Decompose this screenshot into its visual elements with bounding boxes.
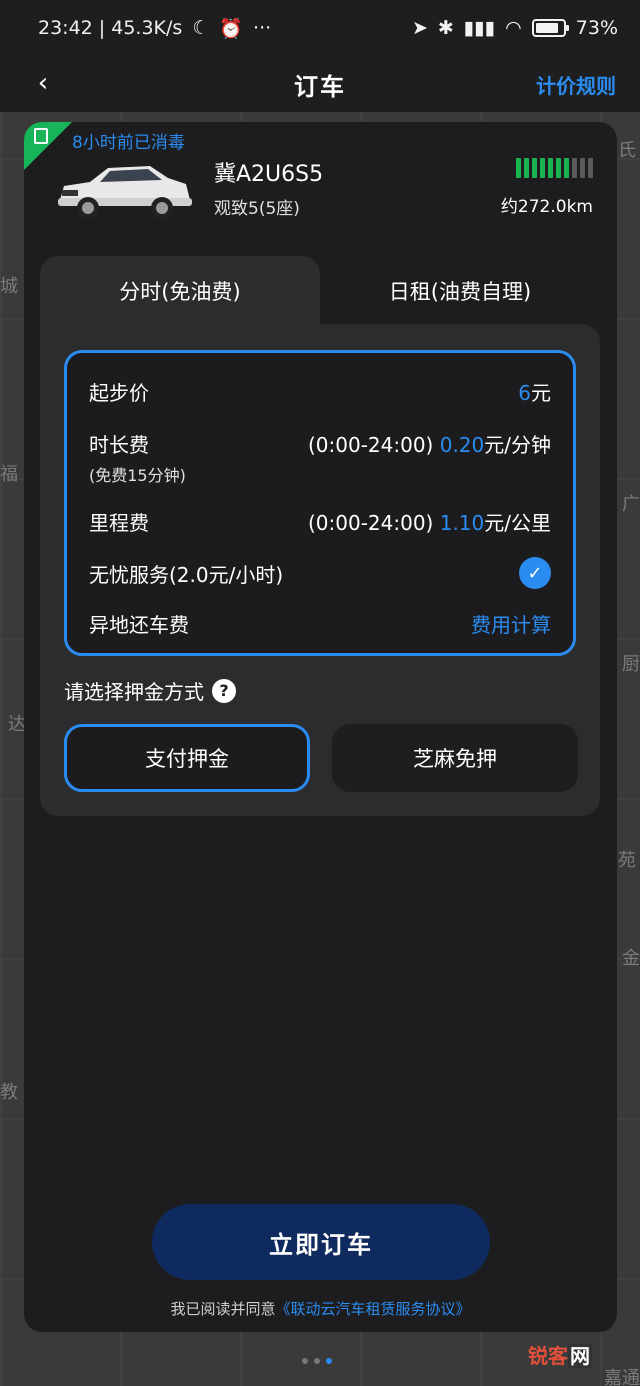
worry-free-row[interactable]: 无忧服务(2.0元/小时) ✓ (89, 557, 551, 589)
location-icon: ➤ (411, 17, 428, 39)
remote-return-label: 异地还车费 (89, 613, 189, 637)
nav-bar: ‹ 订车 计价规则 (0, 56, 640, 112)
page-dot (314, 1358, 320, 1364)
battery-icon (531, 19, 569, 37)
mileage-fee: (0:00-24:00) 1.10元/公里 (308, 507, 551, 536)
tab-hourly[interactable]: 分时(免油费) (40, 256, 320, 326)
map-label: 厨 (622, 654, 640, 675)
fuel-bar-segment (564, 158, 569, 178)
map-label: 苑 (618, 850, 636, 871)
order-card: 8小时前已消毒 冀A2U6S5 观致5(5座) 约272.0km 分时(免油费)… (24, 122, 617, 1332)
pricing-tabs: 分时(免油费) 日租(油费自理) 起步价 6元 时长费 (免费15分钟) (0:… (40, 256, 600, 816)
mileage-fee-row: 里程费 (0:00-24:00) 1.10元/公里 (89, 507, 551, 536)
map-label: 教 (0, 1082, 18, 1103)
fuel-bar-segment (532, 158, 537, 178)
help-icon[interactable]: ? (212, 678, 236, 703)
agreement-prefix: 我已阅读并同意 (170, 1300, 276, 1318)
fuel-bar-segment (524, 158, 529, 178)
start-price-row: 起步价 6元 (89, 377, 551, 406)
sanitizer-icon (34, 128, 48, 144)
map-label: 嘉通 (604, 1368, 640, 1386)
duration-fee: (0:00-24:00) 0.20元/分钟 (308, 429, 551, 458)
fuel-bar-segment (548, 158, 553, 178)
start-price-unit: 元 (531, 381, 551, 405)
fee-calculation-link[interactable]: 费用计算 (471, 609, 551, 638)
mileage-fee-time: (0:00-24:00) (307, 511, 434, 535)
map-label: 城 (0, 276, 18, 297)
wifi-icon: ◠ (505, 17, 522, 39)
watermark-part1: 锐客 (528, 1344, 568, 1368)
deposit-label: 请选择押金方式 (64, 680, 204, 704)
mileage-fee-value: 1.10 (439, 511, 485, 535)
map-label: 广 (622, 494, 640, 515)
map-label: 氏 (618, 140, 636, 161)
deposit-heading: 请选择押金方式 ? (64, 676, 236, 705)
pricing-rules-link[interactable]: 计价规则 (536, 70, 616, 99)
duration-fee-note: (免费15分钟) (89, 466, 186, 485)
watermark-logo: 锐客网 (528, 1340, 592, 1369)
mileage-fee-label: 里程费 (89, 511, 149, 535)
map-label: 福 (0, 464, 18, 485)
status-right: ➤ ✱ ▮▮▮ ◠ 73% (412, 17, 618, 39)
duration-fee-row: 时长费 (免费15分钟) (0:00-24:00) 0.20元/分钟 (89, 429, 551, 486)
car-model: 观致5(5座) (214, 199, 300, 219)
status-time: 23:42 | 45.3K/s (38, 17, 183, 39)
start-price: 6元 (518, 377, 551, 406)
book-now-button[interactable]: 立即订车 (152, 1204, 490, 1280)
status-left: 23:42 | 45.3K/s ☾ ⏰ ··· (38, 17, 271, 40)
fuel-bar-segment (540, 158, 545, 178)
moon-icon: ☾ (192, 17, 210, 39)
sesame-credit-button[interactable]: 芝麻免押 (332, 724, 578, 792)
tab-daily[interactable]: 日租(油费自理) (320, 256, 600, 326)
page-dot-active (326, 1358, 332, 1364)
fuel-level-indicator (516, 158, 593, 178)
duration-fee-time: (0:00-24:00) (307, 433, 434, 457)
battery-percent: 73% (575, 17, 618, 39)
page-indicator (302, 1358, 332, 1364)
fuel-bar-segment (588, 158, 593, 178)
alarm-icon: ⏰ (219, 17, 244, 40)
signal-icon: ▮▮▮ (463, 17, 496, 39)
pay-deposit-button[interactable]: 支付押金 (64, 724, 310, 792)
disinfect-notice: 8小时前已消毒 (72, 133, 185, 153)
status-bar: 23:42 | 45.3K/s ☾ ⏰ ··· ➤ ✱ ▮▮▮ ◠ 73% (0, 0, 640, 56)
fuel-bar-segment (516, 158, 521, 178)
duration-fee-value: 0.20 (439, 433, 485, 457)
driving-range: 约272.0km (500, 197, 593, 217)
agreement-text: 我已阅读并同意《联动云汽车租赁服务协议》 (24, 1298, 617, 1319)
remote-return-row: 异地还车费 费用计算 (89, 609, 551, 638)
bluetooth-icon: ✱ (437, 17, 454, 39)
fuel-bar-segment (556, 158, 561, 178)
worry-free-label: 无忧服务(2.0元/小时) (89, 563, 284, 587)
more-icon: ··· (253, 17, 272, 39)
watermark-part2: 网 (568, 1344, 592, 1368)
map-label: 金 (622, 948, 640, 969)
fuel-bar-segment (572, 158, 577, 178)
plate-number: 冀A2U6S5 (214, 162, 324, 187)
car-image (58, 166, 192, 219)
back-icon[interactable]: ‹ (28, 68, 58, 98)
agreement-link[interactable]: 《联动云汽车租赁服务协议》 (276, 1300, 471, 1318)
page-dot (302, 1358, 308, 1364)
page-title: 订车 (294, 72, 346, 101)
mileage-fee-unit: 元/公里 (484, 511, 551, 535)
fuel-bar-segment (580, 158, 585, 178)
start-price-value: 6 (518, 381, 531, 405)
pricing-panel: 起步价 6元 时长费 (免费15分钟) (0:00-24:00) 0.20元/分… (40, 324, 600, 816)
start-price-label: 起步价 (89, 381, 149, 405)
price-details: 起步价 6元 时长费 (免费15分钟) (0:00-24:00) 0.20元/分… (64, 350, 576, 656)
checkmark-icon[interactable]: ✓ (519, 557, 551, 589)
duration-fee-unit: 元/分钟 (484, 433, 551, 457)
